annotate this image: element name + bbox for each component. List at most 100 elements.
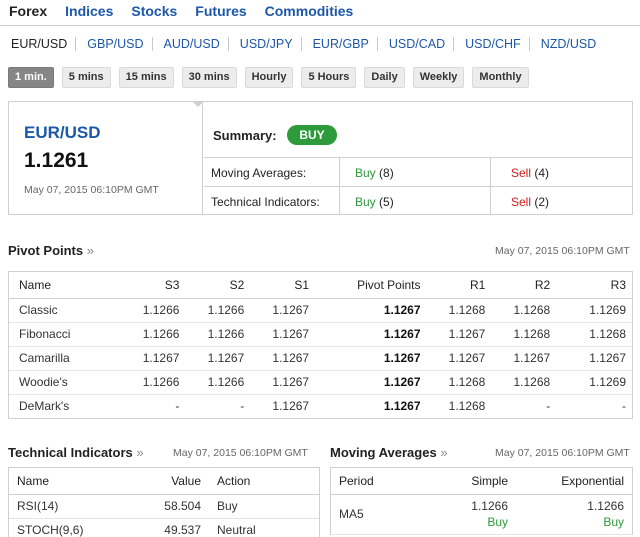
indicator-value: 58.504: [139, 494, 209, 519]
pair-link-nzdusd[interactable]: NZD/USD: [528, 37, 605, 51]
period-button-hourly[interactable]: Hourly: [244, 67, 294, 88]
cell-r3: -: [622, 399, 626, 414]
period-button-weekly[interactable]: Weekly: [412, 67, 465, 88]
cell-pivot: 1.1267: [315, 322, 427, 347]
summary-title: Summary:: [213, 128, 277, 143]
cell-r2: -: [546, 399, 551, 414]
moving-averages-heading[interactable]: Moving Averages »: [330, 445, 448, 460]
pair-link-eurusd[interactable]: EUR/USD: [0, 37, 75, 51]
row-name: Classic: [9, 298, 121, 323]
ma-simple-action: Buy: [487, 515, 508, 529]
period-button-5hours[interactable]: 5 Hours: [301, 67, 357, 88]
pair-link-eurgbp[interactable]: EUR/GBP: [300, 37, 377, 51]
notch-arrow: [192, 101, 204, 107]
moving-timestamp: May 07, 2015 06:10PM GMT: [495, 447, 630, 459]
col-header-pivot: Pivot Points: [315, 272, 427, 299]
table-row: Classic 1.1266 1.1266 1.1267 1.1267 1.12…: [9, 298, 632, 323]
cell-s1: 1.1267: [250, 346, 316, 371]
tab-forex[interactable]: Forex: [0, 0, 57, 26]
cell-s1: 1.1267: [250, 298, 316, 323]
tab-commodities[interactable]: Commodities: [256, 0, 363, 26]
pair-link-usdcad[interactable]: USD/CAD: [376, 37, 453, 51]
tab-indices[interactable]: Indices: [56, 0, 122, 26]
indicator-name: RSI(14): [9, 494, 139, 519]
sell-count: (2): [534, 195, 550, 209]
technical-indicators-title[interactable]: Technical Indicators: [8, 445, 133, 460]
col-header-name: Name: [9, 468, 139, 495]
cell-pivot: 1.1267: [315, 370, 427, 395]
moving-averages-title[interactable]: Moving Averages: [330, 445, 437, 460]
table-row: STOCH(9,6) 49.537 Neutral: [9, 518, 319, 537]
col-header-exponential: Exponential: [516, 468, 632, 495]
period-button-30min[interactable]: 30 mins: [181, 67, 237, 88]
cell-s3: -: [175, 399, 180, 414]
summary-sell-cell: Sell (4): [511, 166, 549, 180]
cell-pivot: 1.1267: [315, 298, 427, 323]
cell-r2: 1.1268: [491, 370, 557, 395]
period-button-15min[interactable]: 15 mins: [118, 67, 174, 88]
ma-period: MA5: [331, 494, 441, 535]
col-header-r1: R1: [426, 272, 492, 299]
pivot-points-title[interactable]: Pivot Points: [8, 243, 83, 258]
cell-r1: 1.1268: [448, 399, 486, 414]
cell-s3: 1.1266: [120, 370, 186, 395]
market-tabs: Forex Indices Stocks Futures Commodities: [0, 0, 640, 26]
ma-simple-value: 1.1266: [471, 499, 508, 513]
table-header-row: Name S3 S2 S1 Pivot Points R1 R2 R3: [9, 272, 632, 299]
cell-r3: 1.1269: [556, 370, 632, 395]
cell-r1: 1.1268: [426, 370, 492, 395]
pivot-points-heading[interactable]: Pivot Points »: [8, 243, 94, 258]
buy-count: (8): [379, 166, 394, 180]
raquo-icon: »: [440, 445, 448, 460]
cell-s1: 1.1267: [250, 370, 316, 395]
summary-row-label: Technical Indicators:: [211, 195, 320, 209]
col-header-r3: R3: [556, 272, 632, 299]
cell-s2: -: [240, 399, 245, 414]
cell-r1: 1.1267: [426, 322, 492, 347]
raquo-icon: »: [136, 445, 144, 460]
cell-s1: 1.1267: [272, 399, 310, 414]
cell-r2: 1.1267: [491, 346, 557, 371]
cell-r3: 1.1267: [556, 346, 632, 371]
col-header-s1: S1: [250, 272, 316, 299]
col-header-simple: Simple: [441, 468, 516, 495]
summary-buy-cell: Buy (8): [339, 158, 491, 186]
tab-stocks[interactable]: Stocks: [122, 0, 186, 26]
indicator-name: STOCH(9,6): [9, 518, 139, 537]
ma-exp-value: 1.1266: [587, 499, 624, 513]
period-button-daily[interactable]: Daily: [364, 67, 405, 88]
row-name: Camarilla: [9, 346, 121, 371]
raquo-icon: »: [86, 243, 94, 258]
buy-count: (5): [379, 195, 394, 209]
ma-exp-action: Buy: [603, 515, 624, 529]
summary-buy-cell: Buy (5): [339, 187, 491, 215]
timeframe-buttons: 1 min. 5 mins 15 mins 30 mins Hourly 5 H…: [8, 67, 529, 88]
buy-text: Buy: [355, 195, 376, 209]
indicator-action: Neutral: [209, 518, 319, 537]
indicator-action: Buy: [209, 494, 319, 519]
technical-indicators-heading[interactable]: Technical Indicators »: [8, 445, 144, 460]
col-header-value: Value: [139, 468, 209, 495]
pair-link-audusd[interactable]: AUD/USD: [151, 37, 228, 51]
period-button-1min[interactable]: 1 min.: [8, 67, 54, 88]
cell-r1: 1.1268: [426, 298, 492, 323]
col-header-period: Period: [331, 468, 441, 495]
period-button-5min[interactable]: 5 mins: [61, 67, 111, 88]
cell-pivot: 1.1267: [315, 346, 427, 371]
quote-pair-name: EUR/USD: [24, 123, 101, 142]
cell-s2: 1.1266: [185, 298, 251, 323]
table-row: Woodie's 1.1266 1.1266 1.1267 1.1267 1.1…: [9, 370, 632, 395]
cell-s2: 1.1266: [185, 322, 251, 347]
pair-link-usdjpy[interactable]: USD/JPY: [227, 37, 301, 51]
tab-futures[interactable]: Futures: [186, 0, 255, 26]
technical-indicators-table: Name Value Action RSI(14) 58.504 Buy STO…: [8, 467, 320, 537]
cell-r2: 1.1268: [491, 298, 557, 323]
cell-s3: 1.1266: [120, 298, 186, 323]
summary-badge: BUY: [287, 125, 337, 145]
summary-panel: EUR/USD 1.1261 May 07, 2015 06:10PM GMT …: [8, 101, 633, 215]
pair-link-usdchf[interactable]: USD/CHF: [453, 37, 529, 51]
table-row: Camarilla 1.1267 1.1267 1.1267 1.1267 1.…: [9, 346, 632, 371]
pivot-points-table: Name S3 S2 S1 Pivot Points R1 R2 R3 Clas…: [8, 271, 633, 419]
pair-link-gbpusd[interactable]: GBP/USD: [75, 37, 151, 51]
period-button-monthly[interactable]: Monthly: [472, 67, 529, 88]
